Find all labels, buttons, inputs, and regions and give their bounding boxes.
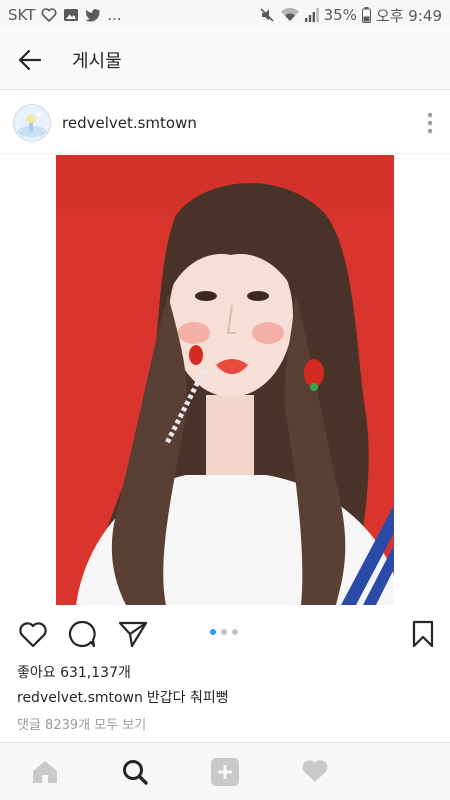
status-right: 35% 오후 9:49	[259, 5, 442, 26]
home-icon	[33, 760, 57, 783]
app-header: 게시물	[0, 30, 450, 90]
arrow-left-icon	[18, 49, 42, 70]
caption: redvelvet.smtown 반갑다 춰피뻥	[17, 687, 229, 707]
like-button[interactable]	[16, 617, 50, 651]
battery-icon	[361, 7, 371, 23]
portrait-illustration	[56, 155, 394, 605]
post-username[interactable]: redvelvet.smtown	[62, 114, 197, 132]
heart-outline-icon	[41, 8, 57, 22]
wifi-icon	[280, 7, 300, 23]
back-button[interactable]	[0, 30, 60, 90]
post-actions	[0, 612, 450, 656]
profile-picture	[14, 104, 50, 141]
nav-activity-button[interactable]	[270, 743, 360, 800]
save-button[interactable]	[406, 617, 440, 651]
view-all-comments-link[interactable]: 댓글 8239개 모두 보기	[17, 714, 146, 733]
page-title: 게시물	[72, 50, 122, 72]
comment-button[interactable]	[65, 617, 99, 651]
mute-icon	[259, 7, 275, 23]
status-bar: SKT ... 35% 오후 9:49	[0, 0, 450, 30]
share-button[interactable]	[116, 617, 150, 651]
signal-icon	[304, 7, 319, 23]
instagram-post-screen: SKT ... 35% 오후 9:49 게시물 redvelvet.smtown…	[0, 0, 450, 800]
more-options-button[interactable]	[410, 103, 450, 143]
carousel-dot	[221, 629, 227, 635]
search-icon	[123, 759, 148, 785]
share-icon	[118, 621, 148, 648]
comment-icon	[68, 620, 96, 648]
status-left: SKT ...	[8, 6, 122, 24]
add-icon	[211, 757, 239, 786]
caption-username[interactable]: redvelvet.smtown	[17, 690, 143, 706]
bottom-navigation	[0, 742, 450, 800]
battery-percent: 35%	[323, 6, 357, 24]
more-notifications-indicator: ...	[107, 6, 122, 24]
post-media	[0, 154, 450, 606]
image-icon	[63, 8, 79, 22]
bookmark-icon	[412, 620, 434, 648]
carousel-indicator	[210, 629, 238, 635]
nav-add-button[interactable]	[180, 743, 270, 800]
vertical-dots-icon	[427, 112, 433, 133]
avatar[interactable]	[13, 103, 51, 142]
twitter-icon	[85, 8, 101, 22]
heart-outline-icon	[19, 621, 47, 647]
nav-home-button[interactable]	[0, 743, 90, 800]
post-photo[interactable]	[56, 155, 394, 605]
carrier-label: SKT	[8, 6, 36, 24]
caption-text: 반갑다 춰피뻥	[146, 690, 229, 706]
post-header: redvelvet.smtown	[0, 92, 450, 154]
nav-search-button[interactable]	[90, 743, 180, 800]
carousel-dot-active	[210, 629, 216, 635]
carousel-dot	[232, 629, 238, 635]
clock: 오후 9:49	[375, 6, 442, 25]
likes-count[interactable]: 좋아요 631,137개	[17, 662, 131, 682]
activity-heart-icon	[302, 760, 328, 782]
